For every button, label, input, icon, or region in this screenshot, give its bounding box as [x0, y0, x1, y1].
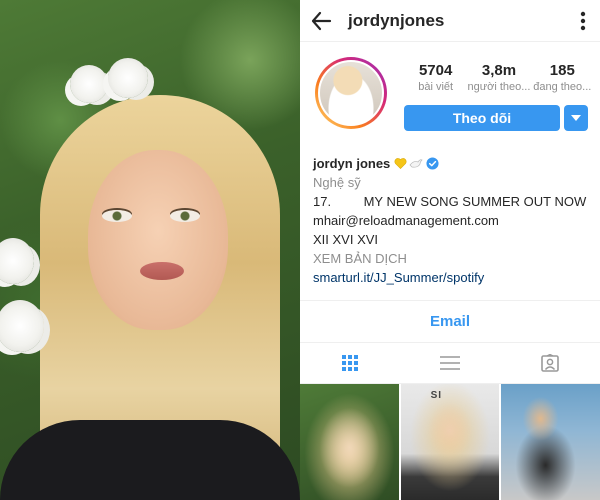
stat-label: người theo...: [467, 81, 531, 93]
email-button[interactable]: Email: [300, 300, 600, 342]
profile-stats: 5704 bài viết 3,8m người theo... 185 đan…: [404, 62, 594, 93]
stat-following[interactable]: 185 đang theo...: [531, 62, 594, 93]
bio-website-link[interactable]: smarturl.it/JJ_Summer/spotify: [313, 268, 593, 287]
black-shirt: [0, 420, 300, 500]
profile-panel: jordynjones 5704 bài viết 3,8m người the…: [300, 0, 600, 500]
more-options-icon[interactable]: [580, 11, 586, 31]
hair-flower: [108, 58, 148, 98]
stat-followers[interactable]: 3,8m người theo...: [467, 62, 531, 93]
stat-value: 5704: [418, 62, 453, 79]
lips: [140, 262, 184, 280]
stat-value: 185: [549, 62, 575, 79]
featured-photo: [0, 0, 300, 500]
stat-label: bài viết: [418, 81, 454, 93]
hair-flower: [70, 65, 108, 103]
verified-badge-icon: [426, 157, 439, 170]
follow-button[interactable]: Theo dõi: [404, 105, 560, 131]
tab-tagged[interactable]: [500, 343, 600, 383]
list-icon: [440, 356, 460, 370]
see-translation-link[interactable]: XEM BẢN DỊCH: [313, 249, 593, 268]
yellow-heart-icon: [394, 158, 407, 170]
bio-name-row: jordyn jones: [313, 154, 593, 173]
avatar[interactable]: [315, 57, 387, 129]
bio-line: XII XVI XVI: [313, 232, 379, 247]
top-bar: jordynjones: [300, 0, 600, 42]
white-flower: [0, 300, 44, 352]
display-name: jordyn jones: [313, 156, 391, 171]
tagged-person-icon: [541, 354, 559, 372]
stat-label: đang theo...: [533, 81, 592, 93]
bio-category: Nghệ sỹ: [313, 175, 361, 190]
right-eye: [170, 210, 200, 222]
posts-grid: SI: [300, 384, 600, 500]
white-flower: [0, 238, 34, 284]
post-thumbnail[interactable]: [300, 384, 399, 500]
tab-list[interactable]: [400, 343, 500, 383]
bio: jordyn jones Nghệ sỹ 17. MY NEW SONG SUM…: [313, 154, 593, 287]
tab-grid[interactable]: [300, 343, 400, 383]
bio-email: mhair@reloadmanagement.com: [313, 213, 499, 228]
dove-icon: [409, 158, 423, 168]
post-thumbnail[interactable]: [501, 384, 600, 500]
post-thumbnail[interactable]: SI: [400, 384, 500, 500]
avatar-image: [318, 60, 384, 126]
profile-tabs: [300, 342, 600, 384]
chevron-down-icon: [571, 115, 581, 121]
grid-icon: [342, 355, 358, 371]
thumbnail-text: SI: [430, 390, 443, 401]
face: [88, 150, 228, 330]
bio-line: 17. MY NEW SONG SUMMER OUT NOW: [313, 194, 587, 209]
stat-posts[interactable]: 5704 bài viết: [404, 62, 467, 93]
stat-value: 3,8m: [481, 62, 517, 79]
email-label: Email: [429, 313, 471, 330]
left-eye: [102, 210, 132, 222]
suggestions-dropdown-button[interactable]: [564, 105, 588, 131]
back-arrow-icon[interactable]: [310, 10, 332, 32]
profile-username: jordynjones: [348, 11, 445, 30]
